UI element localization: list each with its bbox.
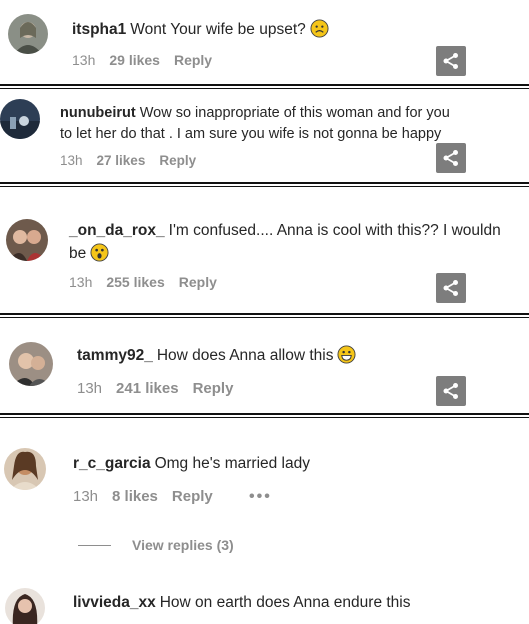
comment-time: 13h	[77, 380, 103, 397]
comment-text: r_c_garcia Omg he's married lady	[73, 454, 310, 474]
comment-body-line2: be	[69, 245, 87, 262]
comment-username[interactable]: itspha1	[72, 21, 126, 38]
more-options-button[interactable]: •••	[249, 488, 272, 506]
comment-item: r_c_garcia Omg he's married lady 13h 8 lik…	[0, 418, 529, 624]
comment-meta: 13h 27 likes Reply	[60, 153, 210, 168]
avatar[interactable]	[4, 448, 46, 490]
view-replies-line	[78, 545, 111, 546]
view-replies-button[interactable]: View replies (3)	[132, 537, 234, 553]
grinning-face-icon	[337, 345, 356, 364]
comment-item: itspha1 Wont Your wife be upset? 13h 29 li…	[0, 0, 529, 84]
share-button[interactable]	[436, 143, 466, 173]
likes-count[interactable]: 255 likes	[106, 274, 164, 290]
astonished-face-icon	[90, 243, 109, 262]
comment-username[interactable]: r_c_garcia	[73, 455, 151, 472]
comment-meta: 13h 255 likes Reply	[69, 274, 231, 290]
comment-time: 13h	[73, 488, 99, 505]
reply-button[interactable]: Reply	[179, 274, 217, 290]
comment-body: Wow so inappropriate of this woman and f…	[139, 105, 450, 121]
comment-text: tammy92_ How does Anna allow this	[77, 345, 356, 366]
comment-time: 13h	[69, 274, 93, 290]
comment-text-line2: be	[69, 243, 109, 264]
divider	[0, 313, 529, 315]
comment-username[interactable]: _on_da_rox_	[69, 222, 165, 239]
reply-button[interactable]: Reply	[174, 52, 212, 68]
comment-item: tammy92_ How does Anna allow this 13h 241 …	[0, 318, 529, 413]
comment-time: 13h	[60, 153, 83, 168]
comment-text: _on_da_rox_ I'm confused.... Anna is cool…	[69, 221, 501, 241]
comment-text: itspha1 Wont Your wife be upset?	[72, 19, 329, 40]
comment-body: How does Anna allow this	[156, 347, 334, 364]
comment-body: Omg he's married lady	[154, 455, 310, 472]
comment-item: _on_da_rox_ I'm confused.... Anna is cool…	[0, 187, 529, 313]
share-icon	[443, 383, 458, 399]
avatar[interactable]	[6, 219, 48, 261]
divider	[0, 413, 529, 415]
comment-item: nunubeirut Wow so inappropriate of this w…	[0, 89, 529, 182]
avatar[interactable]	[8, 14, 48, 54]
reply-button[interactable]: Reply	[193, 380, 234, 397]
comment-username[interactable]: tammy92_	[77, 347, 153, 364]
frowning-face-icon	[310, 19, 329, 38]
comment-meta: 13h 29 likes Reply	[72, 52, 226, 68]
comment-time: 13h	[72, 52, 96, 68]
share-button[interactable]	[436, 376, 466, 406]
comment-body: I'm confused.... Anna is cool with this?…	[168, 222, 501, 239]
likes-count[interactable]: 8 likes	[112, 488, 158, 505]
avatar[interactable]	[9, 342, 53, 386]
share-button[interactable]	[436, 273, 466, 303]
divider	[0, 182, 529, 184]
comment-text: livvieda_xx How on earth does Anna endure…	[73, 593, 411, 613]
share-icon	[443, 280, 458, 296]
comment-text-line2: to let her do that . I am sure you wife …	[60, 126, 442, 142]
comment-username[interactable]: nunubeirut	[60, 105, 136, 121]
comment-text: nunubeirut Wow so inappropriate of this w…	[60, 103, 450, 123]
likes-count[interactable]: 241 likes	[116, 380, 179, 397]
reply-button[interactable]: Reply	[159, 153, 196, 168]
comment-body: Wont Your wife be upset?	[130, 21, 306, 38]
share-button[interactable]	[436, 46, 466, 76]
comment-meta: 13h 241 likes Reply	[77, 380, 247, 397]
comment-body: How on earth does Anna endure this	[159, 594, 411, 611]
likes-count[interactable]: 29 likes	[109, 52, 160, 68]
share-icon	[443, 150, 458, 166]
reply-button[interactable]: Reply	[172, 488, 213, 505]
likes-count[interactable]: 27 likes	[97, 153, 146, 168]
divider	[0, 84, 529, 86]
avatar[interactable]	[5, 588, 45, 624]
share-icon	[443, 53, 458, 69]
comment-username[interactable]: livvieda_xx	[73, 594, 156, 611]
comment-meta: 13h 8 likes Reply	[73, 488, 227, 505]
avatar[interactable]	[0, 99, 40, 139]
